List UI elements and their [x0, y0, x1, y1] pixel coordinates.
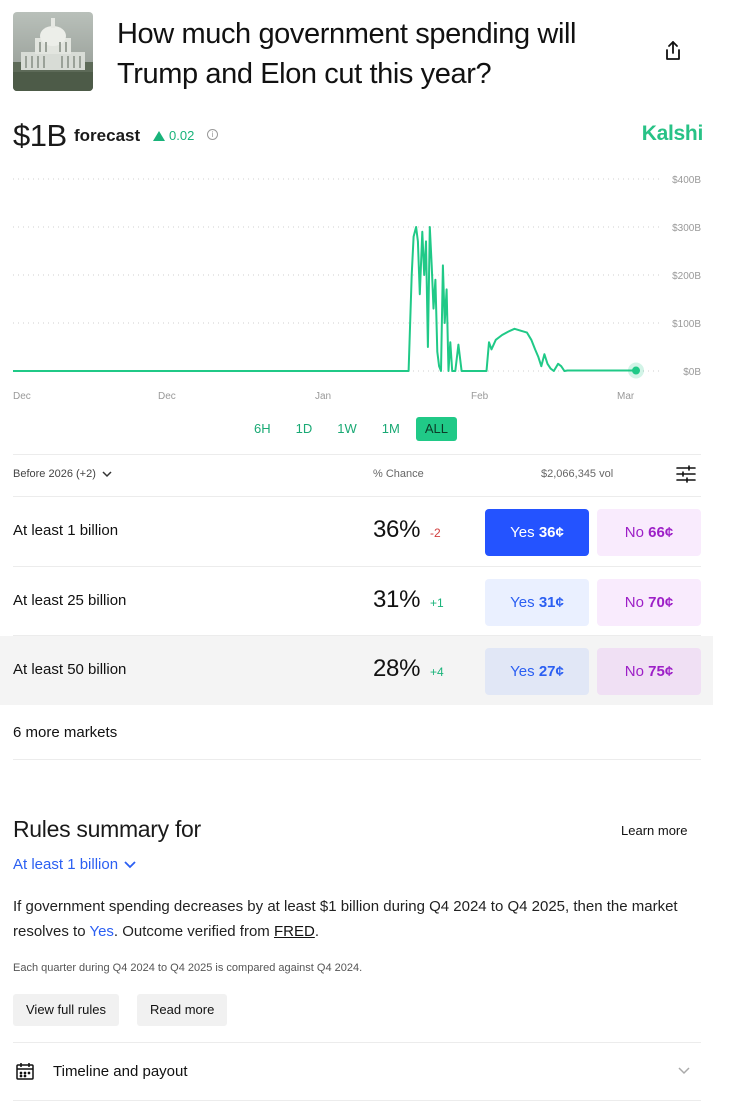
yes-label: Yes — [510, 663, 535, 680]
market-change: +4 — [430, 665, 444, 679]
date-filter-label: Before 2026 (+2) — [13, 468, 96, 480]
x-tick-label: Mar — [617, 391, 635, 402]
divider — [13, 1100, 701, 1101]
chevron-down-icon — [102, 470, 112, 477]
forecast-summary: $1B forecast 0.02 i Kalshi — [13, 118, 703, 154]
divider — [13, 759, 701, 760]
rules-description: If government spending decreases by at l… — [13, 894, 703, 944]
market-list-header: Before 2026 (+2) % Chance $2,066,345 vol — [13, 462, 701, 488]
fred-source-link[interactable]: FRED — [274, 923, 315, 940]
buy-yes-button[interactable]: Yes 31¢ — [485, 579, 589, 626]
y-tick-label: $300B — [672, 223, 701, 234]
range-tab-1d[interactable]: 1D — [287, 417, 322, 441]
divider — [13, 454, 701, 455]
market-title: How much government spending will Trump … — [117, 18, 577, 90]
no-price: 66¢ — [648, 524, 674, 541]
market-chance: 31% — [373, 586, 421, 613]
x-tick-label: Dec — [13, 391, 31, 402]
market-row[interactable]: At least 1 billion 36% -2 Yes 36¢ No 66¢ — [0, 497, 713, 566]
calendar-icon — [16, 1063, 34, 1080]
yes-label: Yes — [510, 594, 535, 611]
yes-price: 27¢ — [538, 663, 564, 680]
yes-price: 36¢ — [538, 524, 564, 541]
no-label: No — [624, 663, 644, 680]
date-filter-dropdown[interactable]: Before 2026 (+2) — [13, 468, 112, 480]
yes-price: 31¢ — [538, 594, 564, 611]
market-row[interactable]: At least 25 billion 31% +1 Yes 31¢ No 70¢ — [0, 567, 713, 636]
kalshi-logo[interactable]: Kalshi — [642, 122, 704, 146]
read-more-button[interactable]: Read more — [137, 994, 228, 1026]
learn-more-link[interactable]: Learn more — [621, 823, 687, 838]
volume-label: $2,066,345 vol — [541, 468, 614, 480]
y-tick-label: $100B — [672, 319, 701, 330]
buy-yes-button[interactable]: Yes 27¢ — [485, 648, 589, 695]
y-tick-label: $200B — [672, 271, 701, 282]
range-tab-6h[interactable]: 6H — [245, 417, 280, 441]
x-tick-label: Jan — [315, 391, 331, 402]
forecast-chart: $400B $300B $200B $100B $0B Dec Dec Jan Feb Mar — [0, 165, 741, 410]
divider — [13, 1042, 701, 1043]
buy-no-button[interactable]: No 70¢ — [597, 579, 701, 626]
yes-outcome-link[interactable]: Yes — [89, 923, 113, 940]
latest-point — [632, 366, 640, 375]
header: How much government spending will Trump … — [13, 12, 713, 92]
x-tick-label: Feb — [471, 391, 489, 402]
forecast-value: $1B — [13, 118, 67, 153]
chance-column-header: % Chance — [373, 468, 424, 480]
range-tab-1m[interactable]: 1M — [373, 417, 409, 441]
view-full-rules-button[interactable]: View full rules — [13, 994, 119, 1026]
up-triangle-icon — [153, 130, 165, 141]
market-thumbnail-image — [13, 12, 93, 91]
rules-summary-title: Rules summary for — [13, 816, 201, 842]
divider — [13, 566, 701, 567]
range-tab-1w[interactable]: 1W — [328, 417, 366, 441]
info-icon[interactable]: i — [207, 129, 218, 140]
yes-label: Yes — [510, 524, 535, 541]
filter-sliders-icon[interactable] — [676, 465, 696, 483]
market-label: At least 50 billion — [13, 661, 127, 678]
timeline-and-payout-section[interactable]: Timeline and payout — [13, 1055, 701, 1089]
more-markets-link[interactable]: 6 more markets — [13, 724, 117, 741]
rules-text-part: . — [314, 923, 319, 940]
time-range-tabs: 6H 1D 1W 1M ALL — [245, 417, 464, 441]
range-tab-all[interactable]: ALL — [415, 417, 457, 441]
rules-market-label: At least 1 billion — [13, 856, 119, 873]
no-price: 70¢ — [648, 594, 674, 611]
rules-note: Each quarter during Q4 2024 to Q4 2025 i… — [13, 962, 363, 974]
market-label: At least 1 billion — [13, 522, 119, 539]
market-row[interactable]: At least 50 billion 28% +4 Yes 27¢ No 75¢ — [0, 636, 713, 705]
no-label: No — [624, 594, 644, 611]
market-chance: 28% — [373, 655, 421, 682]
forecast-chart-svg: $400B $300B $200B $100B $0B Dec Dec Jan Feb Mar — [13, 175, 701, 402]
buy-no-button[interactable]: No 66¢ — [597, 509, 701, 556]
rules-text-part: . Outcome verified from — [113, 923, 274, 940]
chevron-down-icon — [124, 860, 136, 868]
share-icon[interactable] — [663, 40, 683, 62]
x-tick-label: Dec — [158, 391, 176, 402]
no-price: 75¢ — [648, 663, 674, 680]
no-label: No — [624, 524, 644, 541]
series-line — [13, 226, 636, 372]
chevron-down-icon — [678, 1067, 690, 1075]
divider — [13, 635, 701, 636]
rules-market-dropdown[interactable]: At least 1 billion — [13, 856, 136, 873]
forecast-delta: 0.02 — [153, 128, 194, 143]
y-tick-label: $0B — [683, 367, 701, 378]
y-tick-label: $400B — [672, 175, 701, 186]
buy-yes-button[interactable]: Yes 36¢ — [485, 509, 589, 556]
forecast-label: forecast — [74, 126, 141, 145]
market-change: -2 — [430, 526, 441, 540]
forecast-delta-value: 0.02 — [169, 128, 195, 143]
market-label: At least 25 billion — [13, 592, 127, 609]
market-chance: 36% — [373, 516, 421, 543]
timeline-label: Timeline and payout — [53, 1063, 188, 1080]
market-change: +1 — [430, 596, 444, 610]
buy-no-button[interactable]: No 75¢ — [597, 648, 701, 695]
